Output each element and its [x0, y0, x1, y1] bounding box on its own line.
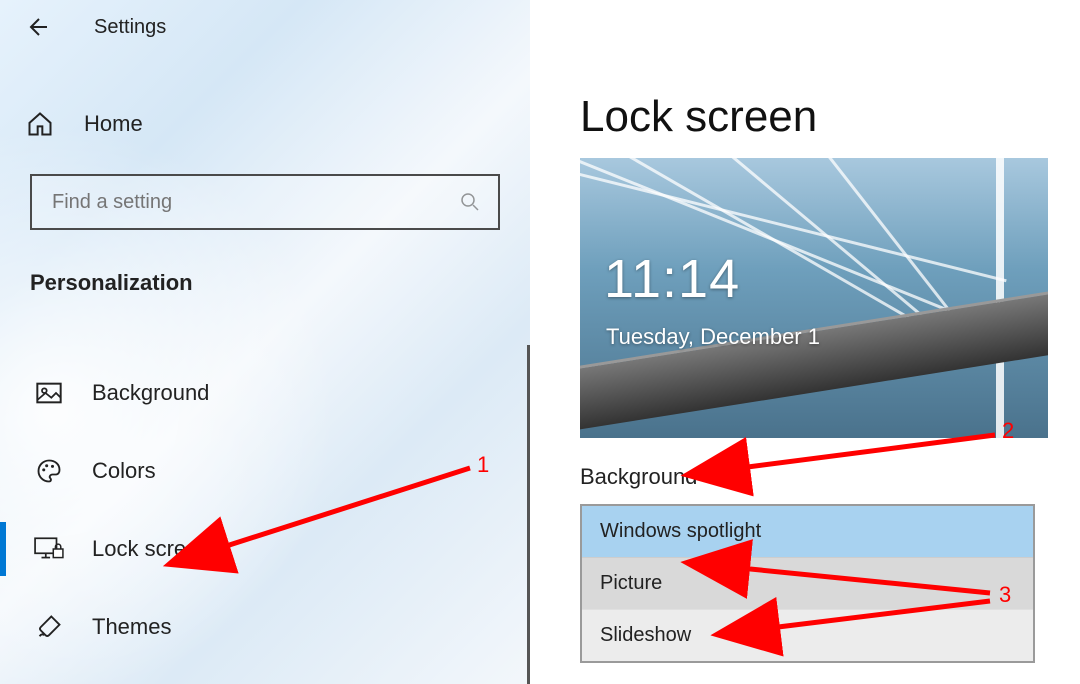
palette-icon — [34, 456, 64, 486]
sidebar-home[interactable]: Home — [26, 110, 530, 138]
sidebar-item-lock-screen[interactable]: Lock screen — [0, 510, 530, 588]
settings-sidebar: Settings Home Personalization — [0, 0, 530, 684]
background-dropdown[interactable]: Windows spotlight Picture Slideshow — [580, 504, 1035, 663]
section-header: Personalization — [30, 270, 530, 296]
dropdown-option-windows-spotlight[interactable]: Windows spotlight — [582, 506, 1033, 557]
background-field-label: Background — [580, 464, 1080, 490]
bridge-graphic — [996, 158, 1004, 438]
arrow-left-icon — [25, 15, 49, 39]
home-icon — [26, 110, 54, 138]
nav-list: Background Colors — [0, 354, 530, 666]
nav-label: Lock screen — [92, 536, 211, 562]
page-title: Lock screen — [580, 92, 1080, 142]
search-icon — [460, 192, 480, 212]
sidebar-item-colors[interactable]: Colors — [0, 432, 530, 510]
sidebar-item-themes[interactable]: Themes — [0, 588, 530, 666]
preview-date: Tuesday, December 1 — [606, 324, 820, 350]
preview-time: 11:14 — [604, 248, 740, 310]
content-pane: Lock screen 11:14 Tuesday, December 1 Ba… — [530, 0, 1080, 684]
nav-label: Colors — [92, 458, 156, 484]
dropdown-option-picture[interactable]: Picture — [582, 557, 1033, 609]
lock-screen-preview: 11:14 Tuesday, December 1 — [580, 158, 1048, 438]
back-button[interactable] — [24, 14, 50, 40]
search-box[interactable] — [30, 174, 500, 230]
sidebar-item-background[interactable]: Background — [0, 354, 530, 432]
image-icon — [34, 378, 64, 408]
dropdown-option-slideshow[interactable]: Slideshow — [582, 609, 1033, 661]
brush-icon — [34, 612, 64, 642]
app-title: Settings — [94, 16, 166, 39]
home-label: Home — [84, 111, 143, 137]
search-input[interactable] — [50, 190, 460, 215]
nav-label: Background — [92, 380, 209, 406]
monitor-lock-icon — [34, 534, 64, 564]
nav-label: Themes — [92, 614, 171, 640]
